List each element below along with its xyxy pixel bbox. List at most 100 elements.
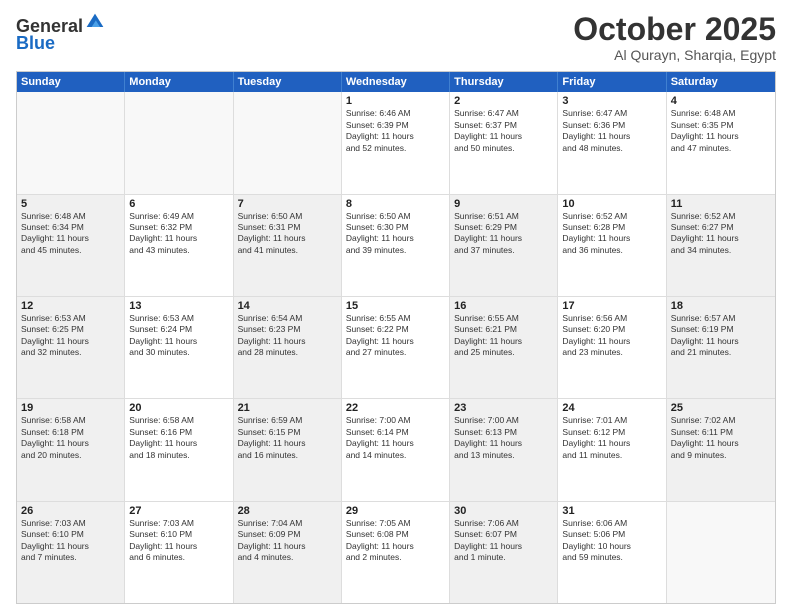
day-number: 15 [346, 300, 445, 312]
header-day-monday: Monday [125, 72, 233, 92]
day-number: 24 [562, 402, 661, 414]
day-info: Sunrise: 7:00 AM Sunset: 6:13 PM Dayligh… [454, 415, 553, 461]
day-number: 18 [671, 300, 771, 312]
day-info: Sunrise: 6:52 AM Sunset: 6:28 PM Dayligh… [562, 211, 661, 257]
day-info: Sunrise: 7:00 AM Sunset: 6:14 PM Dayligh… [346, 415, 445, 461]
cal-cell-2-4: 16Sunrise: 6:55 AM Sunset: 6:21 PM Dayli… [450, 297, 558, 398]
cal-cell-2-5: 17Sunrise: 6:56 AM Sunset: 6:20 PM Dayli… [558, 297, 666, 398]
day-info: Sunrise: 7:06 AM Sunset: 6:07 PM Dayligh… [454, 518, 553, 564]
day-number: 29 [346, 505, 445, 517]
cal-cell-2-6: 18Sunrise: 6:57 AM Sunset: 6:19 PM Dayli… [667, 297, 775, 398]
day-number: 1 [346, 95, 445, 107]
day-number: 21 [238, 402, 337, 414]
header-day-friday: Friday [558, 72, 666, 92]
day-info: Sunrise: 6:58 AM Sunset: 6:16 PM Dayligh… [129, 415, 228, 461]
cal-cell-4-2: 28Sunrise: 7:04 AM Sunset: 6:09 PM Dayli… [234, 502, 342, 603]
cal-cell-4-3: 29Sunrise: 7:05 AM Sunset: 6:08 PM Dayli… [342, 502, 450, 603]
day-info: Sunrise: 6:51 AM Sunset: 6:29 PM Dayligh… [454, 211, 553, 257]
day-info: Sunrise: 6:53 AM Sunset: 6:24 PM Dayligh… [129, 313, 228, 359]
cal-cell-4-6 [667, 502, 775, 603]
day-info: Sunrise: 6:52 AM Sunset: 6:27 PM Dayligh… [671, 211, 771, 257]
cal-cell-2-3: 15Sunrise: 6:55 AM Sunset: 6:22 PM Dayli… [342, 297, 450, 398]
day-number: 4 [671, 95, 771, 107]
day-info: Sunrise: 6:47 AM Sunset: 6:37 PM Dayligh… [454, 108, 553, 154]
calendar-row-4: 26Sunrise: 7:03 AM Sunset: 6:10 PM Dayli… [17, 502, 775, 603]
day-info: Sunrise: 7:04 AM Sunset: 6:09 PM Dayligh… [238, 518, 337, 564]
day-number: 26 [21, 505, 120, 517]
cal-cell-1-0: 5Sunrise: 6:48 AM Sunset: 6:34 PM Daylig… [17, 195, 125, 296]
day-info: Sunrise: 6:47 AM Sunset: 6:36 PM Dayligh… [562, 108, 661, 154]
cal-cell-0-0 [17, 92, 125, 193]
day-number: 6 [129, 198, 228, 210]
day-number: 14 [238, 300, 337, 312]
day-number: 23 [454, 402, 553, 414]
day-info: Sunrise: 6:46 AM Sunset: 6:39 PM Dayligh… [346, 108, 445, 154]
day-info: Sunrise: 6:55 AM Sunset: 6:21 PM Dayligh… [454, 313, 553, 359]
cal-cell-4-1: 27Sunrise: 7:03 AM Sunset: 6:10 PM Dayli… [125, 502, 233, 603]
header-day-saturday: Saturday [667, 72, 775, 92]
day-info: Sunrise: 6:50 AM Sunset: 6:31 PM Dayligh… [238, 211, 337, 257]
cal-cell-0-2 [234, 92, 342, 193]
cal-cell-0-4: 2Sunrise: 6:47 AM Sunset: 6:37 PM Daylig… [450, 92, 558, 193]
day-number: 28 [238, 505, 337, 517]
day-info: Sunrise: 6:56 AM Sunset: 6:20 PM Dayligh… [562, 313, 661, 359]
day-number: 8 [346, 198, 445, 210]
logo-icon [85, 12, 105, 32]
day-number: 13 [129, 300, 228, 312]
calendar-row-1: 5Sunrise: 6:48 AM Sunset: 6:34 PM Daylig… [17, 195, 775, 297]
day-info: Sunrise: 6:59 AM Sunset: 6:15 PM Dayligh… [238, 415, 337, 461]
day-number: 7 [238, 198, 337, 210]
day-number: 2 [454, 95, 553, 107]
month-title: October 2025 [573, 12, 776, 47]
calendar-header: SundayMondayTuesdayWednesdayThursdayFrid… [17, 72, 775, 92]
cal-cell-1-2: 7Sunrise: 6:50 AM Sunset: 6:31 PM Daylig… [234, 195, 342, 296]
header-day-wednesday: Wednesday [342, 72, 450, 92]
day-info: Sunrise: 6:50 AM Sunset: 6:30 PM Dayligh… [346, 211, 445, 257]
header-day-sunday: Sunday [17, 72, 125, 92]
cal-cell-1-5: 10Sunrise: 6:52 AM Sunset: 6:28 PM Dayli… [558, 195, 666, 296]
cal-cell-1-6: 11Sunrise: 6:52 AM Sunset: 6:27 PM Dayli… [667, 195, 775, 296]
cal-cell-3-3: 22Sunrise: 7:00 AM Sunset: 6:14 PM Dayli… [342, 399, 450, 500]
cal-cell-3-5: 24Sunrise: 7:01 AM Sunset: 6:12 PM Dayli… [558, 399, 666, 500]
day-number: 19 [21, 402, 120, 414]
day-number: 30 [454, 505, 553, 517]
cal-cell-3-6: 25Sunrise: 7:02 AM Sunset: 6:11 PM Dayli… [667, 399, 775, 500]
calendar-row-2: 12Sunrise: 6:53 AM Sunset: 6:25 PM Dayli… [17, 297, 775, 399]
logo-blue-text: Blue [16, 33, 55, 54]
cal-cell-0-1 [125, 92, 233, 193]
logo: General Blue [16, 12, 105, 54]
day-info: Sunrise: 6:06 AM Sunset: 5:06 PM Dayligh… [562, 518, 661, 564]
subtitle: Al Qurayn, Sharqia, Egypt [573, 47, 776, 63]
cal-cell-2-0: 12Sunrise: 6:53 AM Sunset: 6:25 PM Dayli… [17, 297, 125, 398]
day-info: Sunrise: 6:48 AM Sunset: 6:34 PM Dayligh… [21, 211, 120, 257]
cal-cell-4-4: 30Sunrise: 7:06 AM Sunset: 6:07 PM Dayli… [450, 502, 558, 603]
cal-cell-2-1: 13Sunrise: 6:53 AM Sunset: 6:24 PM Dayli… [125, 297, 233, 398]
cal-cell-2-2: 14Sunrise: 6:54 AM Sunset: 6:23 PM Dayli… [234, 297, 342, 398]
day-number: 27 [129, 505, 228, 517]
cal-cell-1-4: 9Sunrise: 6:51 AM Sunset: 6:29 PM Daylig… [450, 195, 558, 296]
day-info: Sunrise: 7:05 AM Sunset: 6:08 PM Dayligh… [346, 518, 445, 564]
cal-cell-4-5: 31Sunrise: 6:06 AM Sunset: 5:06 PM Dayli… [558, 502, 666, 603]
day-number: 9 [454, 198, 553, 210]
day-number: 16 [454, 300, 553, 312]
day-info: Sunrise: 6:54 AM Sunset: 6:23 PM Dayligh… [238, 313, 337, 359]
calendar-row-3: 19Sunrise: 6:58 AM Sunset: 6:18 PM Dayli… [17, 399, 775, 501]
day-info: Sunrise: 7:02 AM Sunset: 6:11 PM Dayligh… [671, 415, 771, 461]
day-info: Sunrise: 7:03 AM Sunset: 6:10 PM Dayligh… [21, 518, 120, 564]
cal-cell-0-3: 1Sunrise: 6:46 AM Sunset: 6:39 PM Daylig… [342, 92, 450, 193]
header-day-thursday: Thursday [450, 72, 558, 92]
cal-cell-0-6: 4Sunrise: 6:48 AM Sunset: 6:35 PM Daylig… [667, 92, 775, 193]
day-number: 22 [346, 402, 445, 414]
header: General Blue October 2025 Al Qurayn, Sha… [16, 12, 776, 63]
cal-cell-0-5: 3Sunrise: 6:47 AM Sunset: 6:36 PM Daylig… [558, 92, 666, 193]
title-area: October 2025 Al Qurayn, Sharqia, Egypt [573, 12, 776, 63]
cal-cell-1-3: 8Sunrise: 6:50 AM Sunset: 6:30 PM Daylig… [342, 195, 450, 296]
day-number: 3 [562, 95, 661, 107]
day-number: 31 [562, 505, 661, 517]
day-number: 17 [562, 300, 661, 312]
cal-cell-3-4: 23Sunrise: 7:00 AM Sunset: 6:13 PM Dayli… [450, 399, 558, 500]
cal-cell-3-1: 20Sunrise: 6:58 AM Sunset: 6:16 PM Dayli… [125, 399, 233, 500]
header-day-tuesday: Tuesday [234, 72, 342, 92]
cal-cell-3-2: 21Sunrise: 6:59 AM Sunset: 6:15 PM Dayli… [234, 399, 342, 500]
day-info: Sunrise: 7:01 AM Sunset: 6:12 PM Dayligh… [562, 415, 661, 461]
